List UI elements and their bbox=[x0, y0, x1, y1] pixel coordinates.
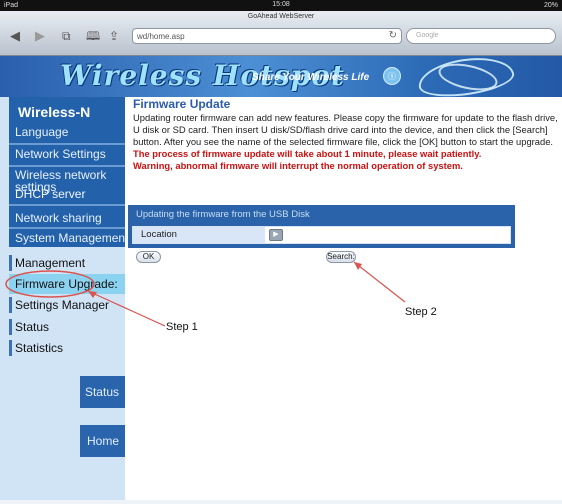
sidebar-item-network-sharing[interactable]: Network sharing bbox=[9, 209, 125, 227]
location-label: Location bbox=[133, 227, 265, 243]
location-row: Location ▶ bbox=[132, 226, 511, 244]
device-status-bar: iPad 15:08 20% bbox=[0, 0, 562, 11]
sidebar-item-system-management[interactable]: System Management bbox=[9, 229, 128, 247]
step2-label: Step 2 bbox=[405, 306, 437, 318]
warning-duration: The process of firmware update will take… bbox=[133, 148, 482, 159]
search-field[interactable]: Google bbox=[406, 28, 556, 44]
address-bar[interactable]: wd/home.asp ↻ bbox=[132, 28, 402, 44]
step1-label: Step 1 bbox=[166, 321, 198, 333]
browser-toolbar: GoAhead WebServer ◀ ▶ ⧉ 🕮 ⇪ wd/home.asp … bbox=[0, 11, 562, 56]
address-text: wd/home.asp bbox=[137, 32, 185, 41]
banner-logo-icon: ⓢ bbox=[383, 67, 401, 85]
sidebar-item-management[interactable]: Management bbox=[9, 253, 125, 273]
sidebar: Wireless-N Language Network Settings Wir… bbox=[0, 97, 128, 504]
main-content: Firmware Update Updating router firmware… bbox=[133, 97, 558, 172]
sidebar-divider bbox=[9, 165, 125, 167]
forward-arrow-icon[interactable]: ▶ bbox=[35, 29, 45, 43]
firmware-description: Updating router firmware can add new fea… bbox=[133, 112, 558, 147]
share-icon[interactable]: ⇪ bbox=[109, 29, 119, 43]
tabs-icon[interactable]: ⧉ bbox=[62, 29, 71, 43]
usb-panel-header: Updating the firmware from the USB Disk bbox=[136, 209, 310, 220]
sidebar-item-language[interactable]: Language bbox=[9, 123, 125, 141]
status-button[interactable]: Status bbox=[80, 376, 125, 408]
file-picker-icon[interactable]: ▶ bbox=[269, 229, 283, 241]
step2-arrow-line bbox=[353, 261, 406, 303]
usb-upgrade-panel: Updating the firmware from the USB Disk … bbox=[128, 205, 515, 248]
back-arrow-icon[interactable]: ◀ bbox=[10, 29, 20, 43]
sidebar-item-network-settings[interactable]: Network Settings bbox=[9, 145, 125, 163]
sidebar-divider bbox=[9, 204, 125, 206]
home-button[interactable]: Home bbox=[80, 425, 125, 457]
page-title: Firmware Update bbox=[133, 97, 231, 111]
ok-button[interactable]: OK bbox=[136, 251, 161, 263]
search-button[interactable]: Search: bbox=[326, 251, 356, 263]
sidebar-brand: Wireless-N bbox=[18, 104, 91, 120]
banner-subtitle: Share Your Wireless Life bbox=[252, 72, 370, 83]
clock: 15:08 bbox=[272, 1, 290, 8]
step2-arrow-head bbox=[354, 262, 362, 270]
bookmarks-icon[interactable]: 🕮 bbox=[86, 29, 100, 43]
banner: Wireless Hotspot Share Your Wireless Lif… bbox=[0, 56, 562, 97]
sidebar-item-firmware-upgrade[interactable]: Firmware Upgrade: bbox=[9, 274, 125, 294]
search-placeholder: Google bbox=[416, 32, 439, 39]
sidebar-item-status[interactable]: Status bbox=[9, 317, 125, 337]
sidebar-item-statistics[interactable]: Statistics bbox=[9, 338, 125, 358]
reload-icon[interactable]: ↻ bbox=[389, 30, 397, 41]
warning-abnormal-firmware: Warning, abnormal firmware will interrup… bbox=[133, 160, 463, 171]
browser-page-title: GoAhead WebServer bbox=[247, 13, 315, 20]
sidebar-item-settings-manager[interactable]: Settings Manager bbox=[9, 295, 125, 315]
page-bottom-edge bbox=[0, 500, 562, 504]
